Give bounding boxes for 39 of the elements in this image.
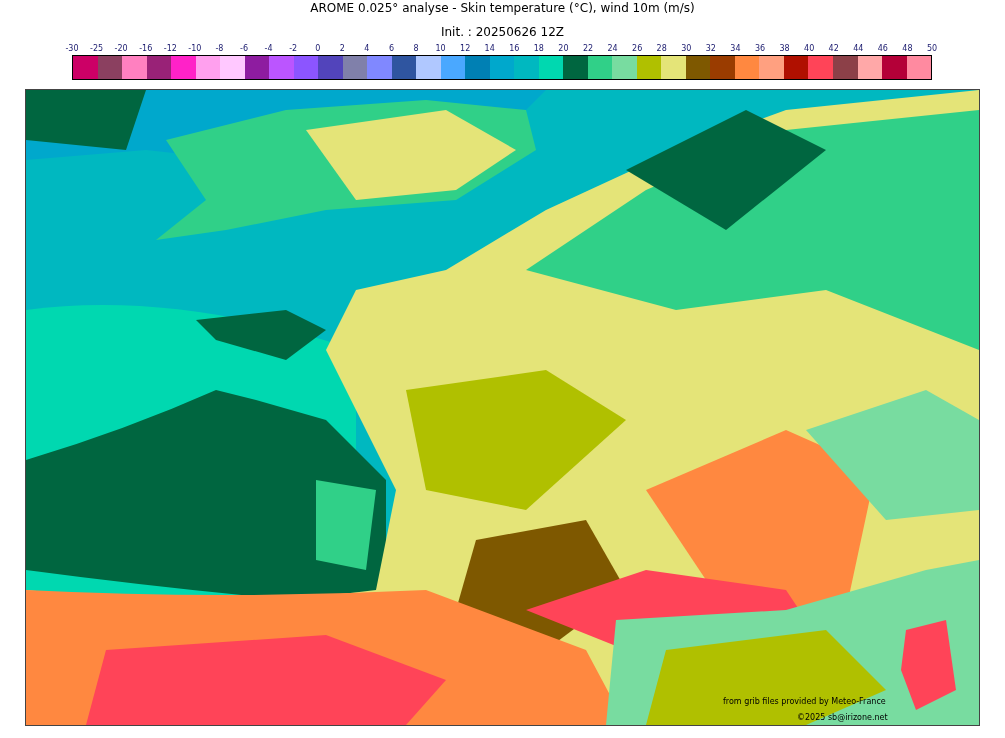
- scale-tick-label: 24: [607, 44, 618, 54]
- scale-tick-label: 38: [779, 44, 790, 54]
- scale-tick-label: 4: [364, 44, 370, 54]
- scale-tick-label: -12: [163, 44, 177, 54]
- init-time: Init. : 20250626 12Z: [440, 25, 565, 40]
- scale-tick-label: 6: [388, 44, 394, 54]
- scale-tick-label: 40: [804, 44, 815, 54]
- scale-tick-label: 32: [705, 44, 716, 54]
- scale-tick-label: 12: [460, 44, 471, 54]
- scale-tick-label: 28: [656, 44, 667, 54]
- scale-tick-label: 26: [632, 44, 643, 54]
- scale-tick-label: 0: [315, 44, 321, 54]
- scale-tick-label: 50: [926, 44, 938, 54]
- scale-tick-label: 18: [533, 44, 544, 54]
- scale-tick-label: -4: [264, 44, 273, 54]
- scale-tick-label: -10: [188, 44, 202, 54]
- scale-tick-label: 16: [509, 44, 520, 54]
- scale-tick-label: 14: [484, 44, 495, 54]
- scale-tick-label: 22: [582, 44, 594, 54]
- scale-tick-label: 46: [877, 44, 888, 54]
- scale-tick-label: 20: [558, 44, 569, 54]
- scale-tick-label: 10: [435, 44, 446, 54]
- scale-tick-label: 2: [339, 44, 345, 54]
- scale-tick-label: -2: [289, 44, 298, 54]
- scale-tick-label: 48: [902, 44, 913, 54]
- scale-tick-label: -20: [114, 44, 128, 54]
- scale-tick-label: -25: [90, 44, 104, 54]
- scale-tick-label: 8: [413, 44, 419, 54]
- scale-tick-label: 44: [853, 44, 864, 54]
- chart-title: AROME 0.025° analyse - Skin temperature (°C), wind 10m (m/s): [310, 1, 695, 16]
- scale-tick-label: 34: [730, 44, 741, 54]
- scale-tick-label: -30: [65, 44, 79, 54]
- scale-tick-label: -16: [139, 44, 153, 54]
- scale-tick-label: -6: [240, 44, 248, 54]
- scale-tick-label: 30: [681, 44, 692, 54]
- scale-tick-label: 42: [828, 44, 839, 54]
- copyright-notice: ©2025 sb@irizone.net: [797, 713, 888, 723]
- scale-tick-label: 36: [754, 44, 766, 54]
- scale-tick-label: -8: [215, 44, 224, 54]
